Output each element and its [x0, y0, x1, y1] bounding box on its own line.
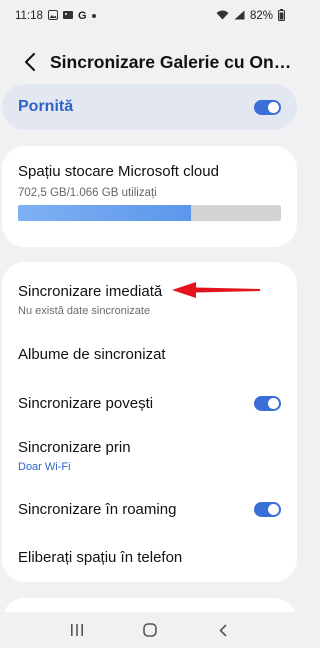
- toggle-knob: [268, 101, 279, 113]
- home-icon: [142, 623, 157, 637]
- master-switch-label: Pornită: [18, 98, 74, 115]
- back-button[interactable]: [10, 42, 50, 82]
- app-header: Sincronizare Galerie cu OneDrive: [0, 42, 299, 82]
- albums-item[interactable]: Albume de sincronizat: [2, 330, 297, 378]
- back-arrow-icon: [25, 53, 35, 71]
- dot-icon: [91, 14, 96, 18]
- stories-item[interactable]: Sincronizare povești: [2, 380, 297, 426]
- master-switch-toggle[interactable]: [254, 99, 281, 115]
- sync-via-item[interactable]: Sincronizare prin Doar Wi-Fi: [2, 428, 297, 484]
- storage-usage: 702,5 GB/1.066 GB utilizați: [18, 187, 157, 199]
- annotation-arrow-icon: [172, 282, 260, 298]
- master-switch-row[interactable]: Pornită: [2, 84, 297, 130]
- settings-list: Sincronizare imediată Nu există date sin…: [2, 262, 297, 582]
- status-right: 82%: [216, 8, 285, 24]
- home-button[interactable]: [130, 615, 170, 645]
- recent-apps-button[interactable]: [57, 615, 97, 645]
- storage-progress-bar: [18, 205, 281, 221]
- roaming-toggle[interactable]: [254, 501, 281, 517]
- free-space-label: Eliberați spațiu în telefon: [18, 548, 183, 566]
- system-nav-bar: [0, 612, 299, 648]
- storage-title: Spațiu stocare Microsoft cloud: [18, 163, 219, 180]
- photos-icon: [62, 10, 73, 23]
- toggle-knob: [268, 397, 279, 409]
- status-bar: 11:18 G 82%: [0, 0, 299, 32]
- battery-percent: 82%: [249, 10, 273, 22]
- signal-icon: [234, 10, 245, 23]
- battery-icon: [278, 8, 285, 24]
- recent-apps-icon: [70, 624, 83, 636]
- albums-label: Albume de sincronizat: [18, 345, 166, 363]
- storage-card: Spațiu stocare Microsoft cloud 702,5 GB/…: [2, 146, 297, 247]
- status-time: 11:18: [15, 10, 43, 22]
- back-nav-button[interactable]: [203, 615, 243, 645]
- sync-via-value: Doar Wi-Fi: [18, 461, 71, 473]
- roaming-label: Sincronizare în roaming: [18, 500, 177, 518]
- sync-now-label: Sincronizare imediată: [18, 283, 163, 300]
- chevron-left-icon: [218, 623, 227, 637]
- sync-now-sub: Nu există date sincronizate: [18, 305, 151, 317]
- toggle-knob: [268, 503, 279, 515]
- stories-toggle[interactable]: [254, 395, 281, 411]
- status-left: 11:18 G: [15, 9, 96, 23]
- free-space-item[interactable]: Eliberați spațiu în telefon: [2, 534, 297, 580]
- storage-progress-fill: [18, 205, 192, 221]
- google-icon: G: [77, 9, 87, 22]
- gallery-icon: [47, 9, 58, 23]
- wifi-icon: [216, 10, 229, 23]
- stories-label: Sincronizare povești: [18, 394, 154, 412]
- page-title: Sincronizare Galerie cu OneDrive: [50, 51, 295, 72]
- roaming-item[interactable]: Sincronizare în roaming: [2, 486, 297, 532]
- sync-via-label: Sincronizare prin: [18, 439, 131, 456]
